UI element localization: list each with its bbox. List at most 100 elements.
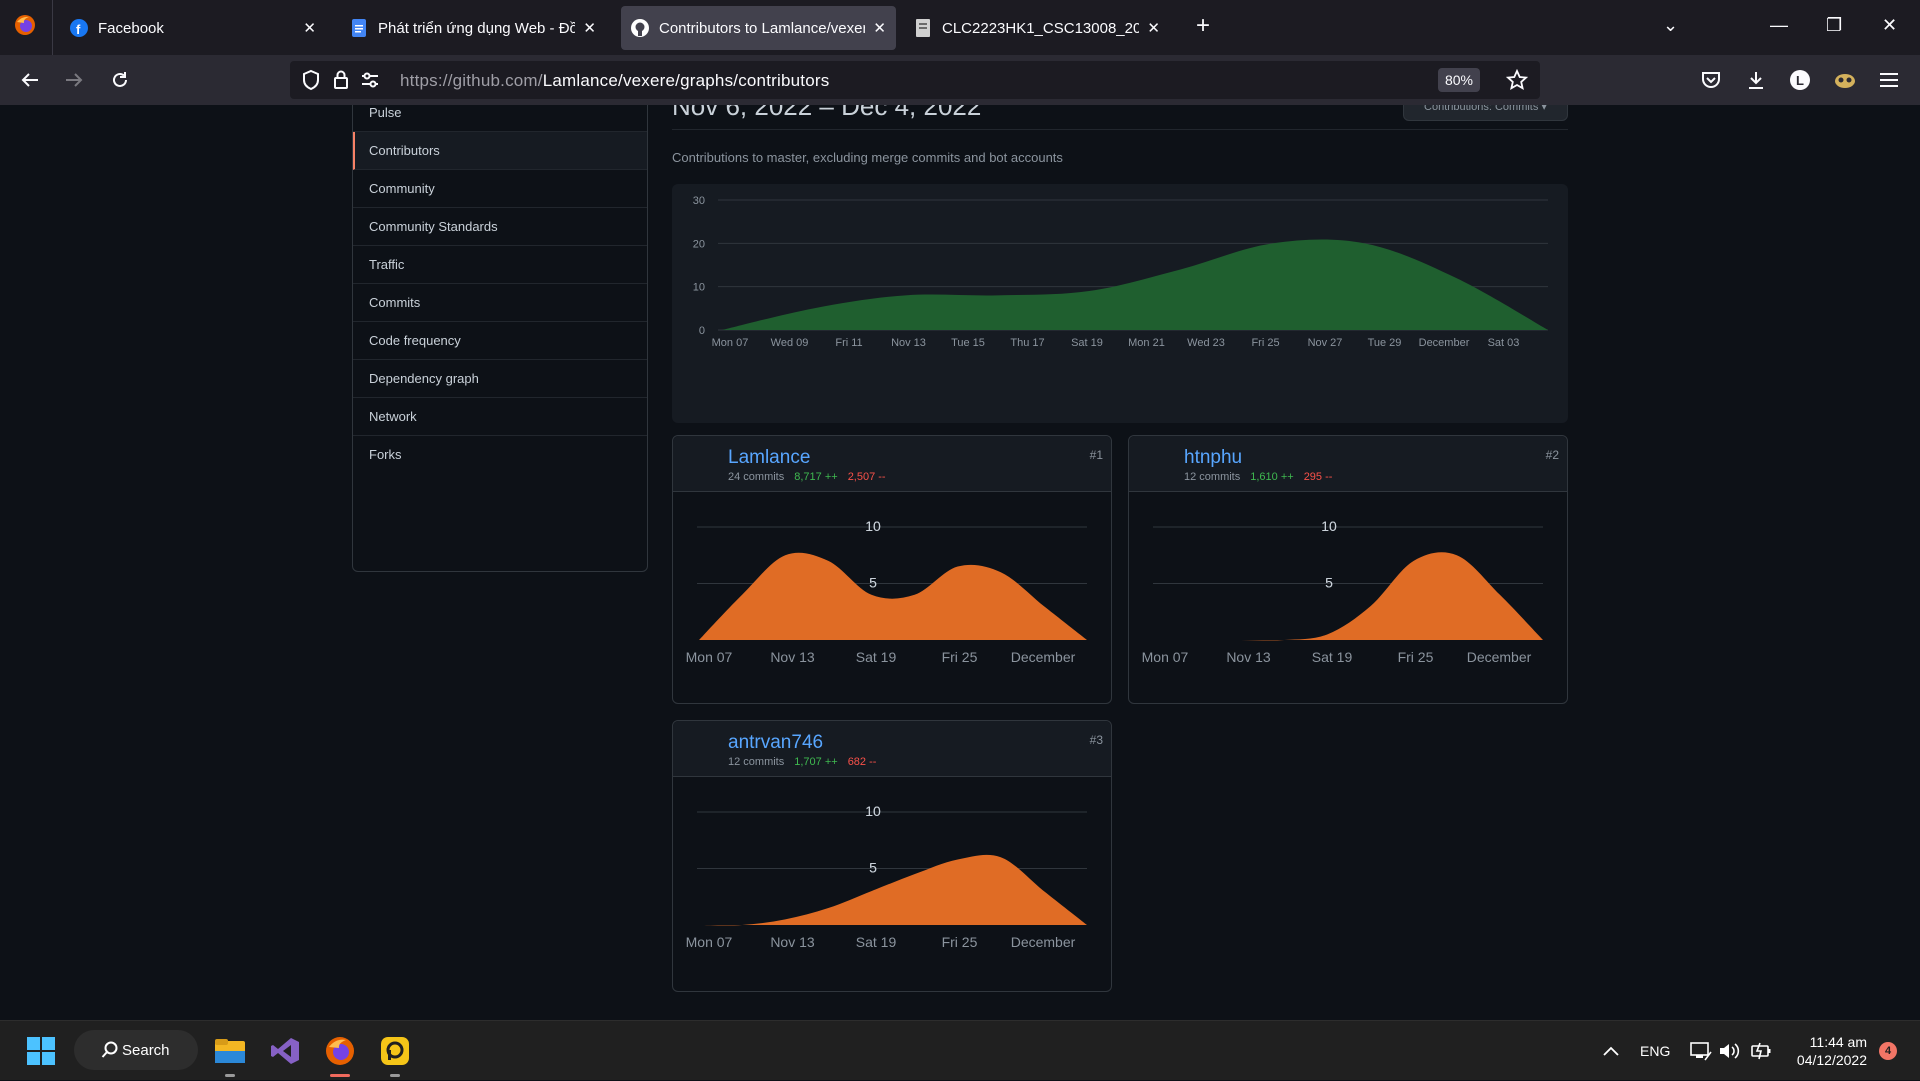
extension-icon[interactable]	[1833, 68, 1857, 92]
contributor-stats: 12 commits 1,610 ++ 295 --	[1184, 471, 1332, 483]
lock-icon[interactable]	[332, 69, 350, 96]
taskbar-search-button[interactable]: Search	[74, 1030, 198, 1070]
battery-icon[interactable]	[1750, 1021, 1772, 1081]
close-icon[interactable]: ✕	[873, 19, 886, 37]
menu-item-contributors[interactable]: Contributors	[353, 132, 647, 170]
menu-item-code-frequency[interactable]: Code frequency	[353, 322, 647, 360]
tab-title: CLC2223HK1_CSC13008_20KTPM	[942, 19, 1140, 37]
contributor-chart: 510Mon 07 Nov 13 Sat 19 Fri 25 December510	[686, 803, 1087, 950]
contributor-name[interactable]: antrvan746	[728, 732, 823, 754]
menu-item-community[interactable]: Community	[353, 170, 647, 208]
active-indicator	[330, 1074, 350, 1077]
contributor-card-header: Lamlance 24 commits 8,717 ++ 2,507 -- #1	[673, 436, 1111, 492]
avatar[interactable]	[681, 444, 719, 482]
url-text[interactable]: https://github.com/Lamlance/vexere/graph…	[400, 71, 829, 91]
x-tick-label: December	[1011, 934, 1076, 950]
x-tick-label: Nov 13	[1226, 649, 1271, 665]
date: 04/12/2022	[1796, 1052, 1867, 1068]
navigation-bar: https://github.com/Lamlance/vexere/graph…	[0, 55, 1920, 105]
menu-item-network[interactable]: Network	[353, 398, 647, 436]
tab-facebook[interactable]: f Facebook ✕	[60, 6, 326, 50]
x-tick-label: December	[1467, 649, 1532, 665]
x-tick-label: Wed 23	[1187, 337, 1225, 349]
new-tab-button[interactable]: +	[1196, 14, 1210, 38]
visual-studio-icon[interactable]	[265, 1031, 305, 1071]
x-tick-label: Mon 07	[686, 649, 733, 665]
list-all-tabs-icon[interactable]: ⌄	[1663, 14, 1678, 36]
commit-count[interactable]: 12 commits	[728, 756, 784, 768]
contributions-type-dropdown[interactable]: Contributions: Commits ▾	[1403, 105, 1568, 121]
permissions-icon[interactable]	[360, 71, 380, 94]
reload-icon	[113, 72, 127, 87]
tab-title: Facebook	[98, 19, 164, 37]
minimize-button[interactable]: —	[1770, 14, 1788, 36]
close-icon[interactable]: ✕	[583, 19, 596, 37]
y-tick-label: 30	[693, 195, 705, 207]
x-tick-label: Nov 13	[770, 934, 815, 950]
close-window-button[interactable]: ✕	[1882, 14, 1897, 36]
input-language-indicator[interactable]: ENG	[1640, 1021, 1670, 1081]
restore-button[interactable]: ❐	[1826, 14, 1842, 36]
url-bar[interactable]: https://github.com/Lamlance/vexere/graph…	[290, 61, 1540, 99]
commits-over-time-chart: 0 10 20 30 Mon 07 Wed 09 Fri 11 Nov 13 Tue 15 Thu…	[672, 184, 1568, 423]
volume-icon[interactable]	[1718, 1021, 1740, 1081]
menu-item-forks[interactable]: Forks	[353, 436, 647, 474]
date-range-title: Nov 6, 2022 – Dec 4, 2022	[672, 105, 982, 121]
tab-google-docs[interactable]: Phát triển ứng dụng Web - Đồ á ✕	[340, 6, 606, 50]
close-icon[interactable]: ✕	[1147, 19, 1160, 37]
firefox-menu-icon[interactable]	[14, 14, 36, 36]
avatar[interactable]	[1137, 444, 1175, 482]
forward-button[interactable]	[62, 68, 86, 92]
menu-item-traffic[interactable]: Traffic	[353, 246, 647, 284]
contributor-card: Lamlance 24 commits 8,717 ++ 2,507 -- #1 5…	[672, 435, 1112, 704]
menu-item-community-standards[interactable]: Community Standards	[353, 208, 647, 246]
x-tick-label: Mon 07	[1142, 649, 1189, 665]
zoom-level-button[interactable]: 80%	[1438, 68, 1480, 92]
x-tick-label: December	[1011, 649, 1076, 665]
notification-badge[interactable]: 4	[1879, 1042, 1897, 1060]
time: 11:44 am	[1809, 1034, 1867, 1050]
app-icon[interactable]	[375, 1031, 415, 1077]
file-explorer-icon[interactable]	[210, 1031, 250, 1077]
menu-item-dependency-graph[interactable]: Dependency graph	[353, 360, 647, 398]
chart-subtitle: Contributions to master, excluding merge…	[672, 150, 1063, 165]
reload-button[interactable]	[108, 68, 132, 92]
search-label: Search	[122, 1041, 170, 1059]
x-tick-label: Sat 19	[1312, 649, 1353, 665]
x-tick-label: Wed 09	[771, 337, 809, 349]
tracking-protection-shield-icon[interactable]	[301, 69, 321, 96]
y-tick-label-overlay: 10	[1321, 518, 1337, 534]
y-tick-label: 0	[699, 325, 705, 337]
running-indicator	[225, 1074, 235, 1077]
x-tick-label: Fri 25	[942, 934, 978, 950]
menu-item-pulse[interactable]: Pulse	[353, 105, 647, 132]
contributor-name[interactable]: Lamlance	[728, 447, 810, 469]
account-avatar-icon[interactable]: L	[1788, 68, 1812, 92]
firefox-taskbar-icon[interactable]	[320, 1031, 360, 1077]
contributor-stats: 12 commits 1,707 ++ 682 --	[728, 756, 876, 768]
close-icon[interactable]: ✕	[303, 19, 316, 37]
start-button[interactable]	[21, 1031, 61, 1071]
pocket-icon[interactable]	[1699, 68, 1723, 92]
commit-count[interactable]: 12 commits	[1184, 471, 1240, 483]
commit-count[interactable]: 24 commits	[728, 471, 784, 483]
network-icon[interactable]	[1690, 1021, 1712, 1081]
contributor-rank: #2	[1545, 448, 1559, 462]
avatar[interactable]	[681, 729, 719, 767]
clock[interactable]: 11:44 am 04/12/2022	[1797, 1033, 1867, 1069]
x-tick-label: Fri 25	[1398, 649, 1434, 665]
github-icon	[631, 19, 649, 37]
show-hidden-icons-button[interactable]	[1602, 1021, 1620, 1081]
divider	[672, 129, 1568, 130]
menu-item-commits[interactable]: Commits	[353, 284, 647, 322]
y-tick-label-overlay: 10	[865, 518, 881, 534]
contributor-chart: 510Mon 07 Nov 13 Sat 19 Fri 25 December510	[686, 518, 1087, 665]
back-button[interactable]	[18, 68, 42, 92]
bookmark-star-icon[interactable]	[1505, 68, 1529, 96]
tab-github-contributors[interactable]: Contributors to Lamlance/vexer ✕	[621, 6, 896, 50]
app-menu-icon[interactable]	[1878, 68, 1902, 92]
tab-course-document[interactable]: CLC2223HK1_CSC13008_20KTPM ✕	[904, 6, 1170, 50]
contributor-name[interactable]: htnphu	[1184, 447, 1242, 469]
downloads-icon[interactable]	[1744, 68, 1768, 92]
additions-count: 1,707 ++	[794, 756, 838, 768]
